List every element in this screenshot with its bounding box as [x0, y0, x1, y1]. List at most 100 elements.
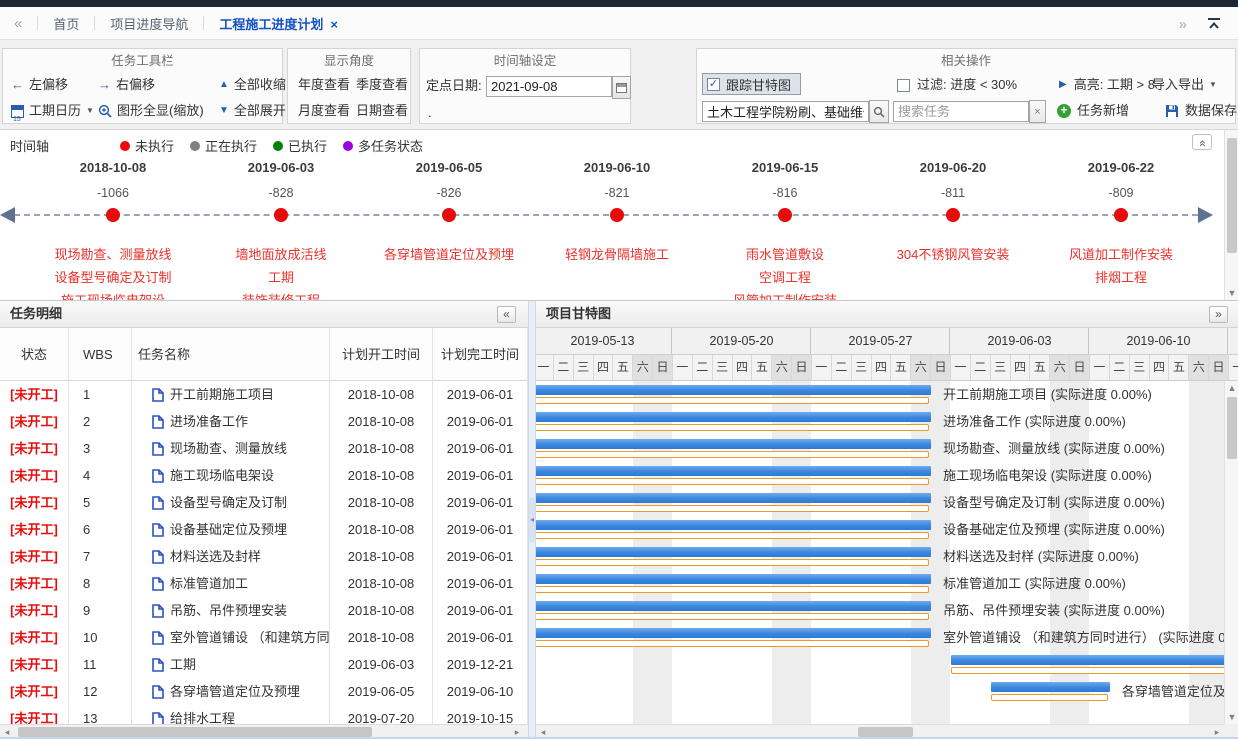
table-row[interactable]: [未开工]1开工前期施工项目2018-10-082019-06-01 — [0, 381, 528, 408]
timeline-scrollbar[interactable]: ▼ — [1224, 130, 1238, 300]
gantt-bar-actual[interactable] — [951, 667, 1224, 674]
gantt-bar-actual[interactable] — [536, 451, 929, 458]
gantt-bar-planned[interactable] — [991, 682, 1110, 692]
column-header-plan-end[interactable]: 计划完工时间 — [433, 328, 528, 381]
timeline-collapse-button[interactable]: « — [1192, 134, 1212, 150]
file-icon — [152, 658, 164, 672]
shift-left-button[interactable]: ←左偏移 — [11, 75, 68, 95]
scrollbar-thumb[interactable] — [1227, 397, 1237, 459]
table-hscrollbar[interactable]: ◂ ▸ — [0, 724, 528, 738]
gantt-bar-actual[interactable] — [536, 559, 929, 566]
gantt-bar-planned[interactable] — [536, 493, 931, 503]
gantt-bar-planned[interactable] — [536, 385, 931, 395]
track-gantt-toggle[interactable]: ✓跟踪甘特图 — [702, 73, 801, 95]
view-year-button[interactable]: 年度查看 — [298, 75, 350, 95]
table-row[interactable]: [未开工]13给排水工程2019-07-202019-10-15 — [0, 705, 528, 724]
task-search-input[interactable] — [893, 101, 1029, 122]
checkbox-icon[interactable] — [897, 79, 910, 92]
milestone-dot-icon[interactable] — [274, 208, 288, 222]
fit-graph-button[interactable]: 图形全显(缩放) — [98, 101, 204, 121]
column-header-wbs[interactable]: WBS — [69, 328, 132, 381]
table-row[interactable]: [未开工]12各穿墙管道定位及预埋2019-06-052019-06-10 — [0, 678, 528, 705]
table-row[interactable]: [未开工]8标准管道加工2018-10-082019-06-01 — [0, 570, 528, 597]
gantt-bar-actual[interactable] — [536, 640, 929, 647]
view-quarter-button[interactable]: 季度查看 — [356, 75, 408, 95]
tab-construction-schedule[interactable]: 工程施工进度计划× — [219, 14, 338, 33]
highlight-button[interactable]: ▶高亮: 工期 > 8 — [1059, 75, 1155, 95]
milestone-dot-icon[interactable] — [1114, 208, 1128, 222]
column-header-task-name[interactable]: 任务名称 — [132, 328, 330, 381]
gantt-bar-planned[interactable] — [951, 655, 1224, 665]
gantt-bar-actual[interactable] — [536, 424, 929, 431]
gantt-bar-actual[interactable] — [536, 505, 929, 512]
column-header-plan-start[interactable]: 计划开工时间 — [330, 328, 433, 381]
column-header-status[interactable]: 状态 — [0, 328, 69, 381]
expand-all-button[interactable]: ▼全部展开 — [219, 101, 286, 121]
scroll-up-icon[interactable]: ▲ — [1225, 383, 1238, 393]
table-row[interactable]: [未开工]9吊筋、吊件预埋安装2018-10-082019-06-01 — [0, 597, 528, 624]
table-row[interactable]: [未开工]10室外管道铺设 （和建筑方同...2018-10-082019-06… — [0, 624, 528, 651]
add-task-button[interactable]: +任务新增 — [1057, 101, 1129, 121]
anchor-date-input[interactable] — [486, 76, 612, 97]
date-picker-button[interactable] — [612, 76, 631, 99]
gantt-bar-planned[interactable] — [536, 412, 931, 422]
filter-checkbox[interactable]: 过滤: 进度 < 30% — [897, 75, 1017, 95]
gantt-hscrollbar[interactable]: ◂ ▸ — [536, 724, 1224, 738]
scrollbar-thumb[interactable] — [858, 727, 913, 737]
checkbox-checked-icon[interactable]: ✓ — [707, 78, 720, 91]
collapse-all-button[interactable]: ▲全部收缩 — [219, 75, 286, 95]
gantt-vscrollbar[interactable]: ▲ ▼ — [1224, 381, 1238, 724]
tabs-more-icon[interactable]: » — [1179, 16, 1186, 33]
tab-project-nav[interactable]: 项目进度导航 — [110, 14, 188, 33]
tab-close-icon[interactable]: × — [330, 17, 338, 32]
gantt-bar-planned[interactable] — [536, 439, 931, 449]
shift-right-button[interactable]: →右偏移 — [98, 75, 155, 95]
task-name: 材料送选及封样 — [170, 543, 261, 570]
gantt-bar-planned[interactable] — [536, 520, 931, 530]
gantt-bar-actual[interactable] — [991, 694, 1108, 701]
table-row[interactable]: [未开工]3现场勘查、测量放线2018-10-082019-06-01 — [0, 435, 528, 462]
status-cell: [未开工] — [0, 489, 69, 516]
project-search-button[interactable] — [869, 100, 889, 123]
gantt-bar-actual[interactable] — [536, 397, 929, 404]
duration-calendar-button[interactable]: 工期日历▼ — [11, 101, 94, 121]
panel-splitter[interactable]: ◂ — [528, 301, 536, 738]
milestone-dot-icon[interactable] — [106, 208, 120, 222]
milestone-dot-icon[interactable] — [946, 208, 960, 222]
splitter-handle-icon[interactable]: ◂ — [529, 497, 535, 543]
gantt-bar-actual[interactable] — [536, 613, 929, 620]
gantt-bar-planned[interactable] — [536, 466, 931, 476]
tabs-back-icon[interactable]: « — [14, 15, 22, 32]
import-export-button[interactable]: 导入导出▼ — [1152, 75, 1217, 95]
project-name-input[interactable] — [702, 101, 869, 122]
scroll-down-icon[interactable]: ▼ — [1225, 712, 1238, 722]
panel-collapse-button[interactable]: « — [497, 306, 516, 323]
milestone-dot-icon[interactable] — [610, 208, 624, 222]
milestone-dot-icon[interactable] — [442, 208, 456, 222]
panel-expand-button[interactable]: » — [1209, 306, 1228, 323]
gantt-bar-planned[interactable] — [536, 628, 931, 638]
table-row[interactable]: [未开工]11工期2019-06-032019-12-21 — [0, 651, 528, 678]
table-row[interactable]: [未开工]7材料送选及封样2018-10-082019-06-01 — [0, 543, 528, 570]
gantt-day-header: 一 — [951, 355, 971, 381]
table-row[interactable]: [未开工]5设备型号确定及订制2018-10-082019-06-01 — [0, 489, 528, 516]
gantt-bar-planned[interactable] — [536, 601, 931, 611]
milestone-dot-icon[interactable] — [778, 208, 792, 222]
table-row[interactable]: [未开工]4施工现场临电架设2018-10-082019-06-01 — [0, 462, 528, 489]
collapse-panel-icon[interactable] — [1206, 18, 1222, 34]
tab-home[interactable]: 首页 — [53, 14, 79, 33]
view-day-button[interactable]: 日期查看 — [356, 101, 408, 121]
save-data-button[interactable]: 数据保存 — [1165, 101, 1237, 121]
gantt-bar-actual[interactable] — [536, 478, 929, 485]
scroll-down-icon[interactable]: ▼ — [1225, 288, 1238, 298]
table-row[interactable]: [未开工]6设备基础定位及预埋2018-10-082019-06-01 — [0, 516, 528, 543]
table-row[interactable]: [未开工]2进场准备工作2018-10-082019-06-01 — [0, 408, 528, 435]
gantt-bar-planned[interactable] — [536, 574, 931, 584]
gantt-bar-planned[interactable] — [536, 547, 931, 557]
scrollbar-thumb[interactable] — [1227, 138, 1237, 253]
gantt-bar-actual[interactable] — [536, 532, 929, 539]
scrollbar-thumb[interactable] — [18, 727, 372, 737]
view-month-button[interactable]: 月度查看 — [298, 101, 350, 121]
clear-search-button[interactable]: × — [1029, 100, 1046, 123]
gantt-bar-actual[interactable] — [536, 586, 929, 593]
